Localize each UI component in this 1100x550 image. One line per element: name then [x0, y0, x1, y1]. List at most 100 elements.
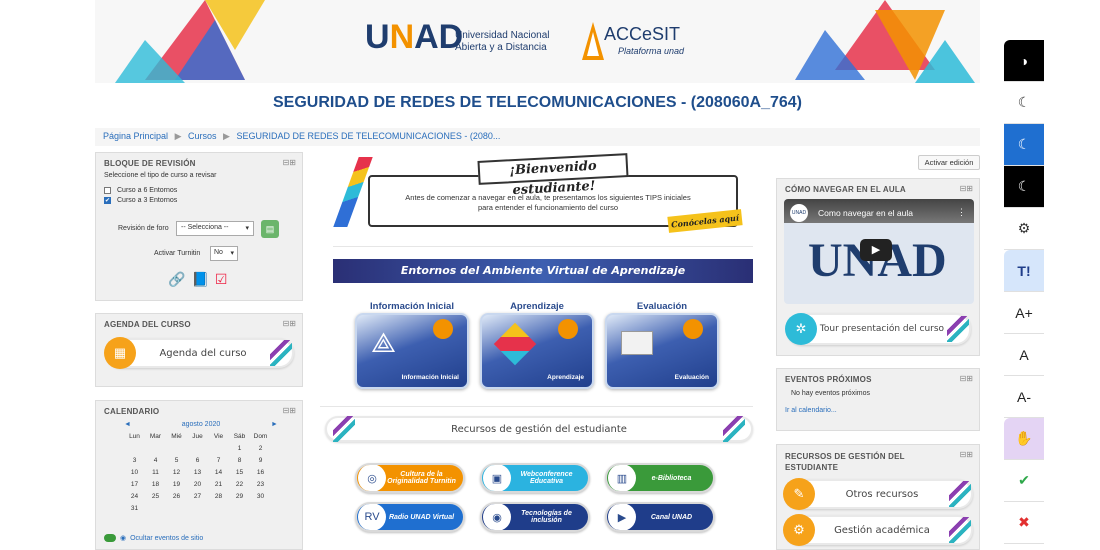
calendar-next-icon[interactable]: ► [271, 421, 278, 428]
calendar-day[interactable]: 22 [229, 478, 250, 490]
calendar-day[interactable] [166, 502, 187, 514]
checklist-icon[interactable]: ☑ [215, 271, 228, 288]
calendar-day[interactable] [208, 442, 229, 454]
block-controls-icon[interactable]: ⊟⊞ [283, 406, 296, 415]
turnitin-select[interactable]: No ▾ [210, 246, 238, 261]
calendar-day[interactable]: 1 [229, 442, 250, 454]
calendar-day[interactable] [187, 442, 208, 454]
calendar-day[interactable]: 21 [208, 478, 229, 490]
calendar-day[interactable]: 14 [208, 466, 229, 478]
moon-icon[interactable]: ☾ [1004, 82, 1044, 124]
link-icon[interactable]: 🔗 [168, 271, 185, 288]
badge-icon [433, 319, 453, 339]
font-decrease-icon[interactable]: A- [1004, 376, 1044, 418]
calendar-month[interactable]: agosto 2020 [182, 421, 221, 428]
forum-review-go-icon[interactable]: ▤ [261, 220, 279, 238]
block-controls-icon[interactable]: ⊟⊞ [960, 374, 973, 383]
calendar-day[interactable] [145, 502, 166, 514]
breadcrumb-course[interactable]: SEGURIDAD DE REDES DE TELECOMUNICACIONES… [236, 131, 500, 141]
block-controls-icon[interactable]: ⊟⊞ [960, 184, 973, 193]
moon-icon[interactable]: ☾ [1004, 124, 1044, 166]
forum-review-value: -- Selecciona -- [181, 224, 229, 231]
evaluation-tile[interactable]: Evaluación [605, 313, 719, 389]
calendar-day[interactable]: 25 [145, 490, 166, 502]
block-controls-icon[interactable]: ⊟⊞ [960, 450, 973, 459]
calendar-day[interactable]: 29 [229, 490, 250, 502]
book-icon[interactable]: 📘 [191, 271, 208, 288]
calendar-day[interactable]: 18 [145, 478, 166, 490]
block-controls-icon[interactable]: ⊟⊞ [283, 158, 296, 167]
edit-mode-button[interactable]: Activar edición [918, 155, 980, 170]
calendar-day[interactable]: 3 [124, 454, 145, 466]
calendar-day[interactable]: 13 [187, 466, 208, 478]
calendar-day[interactable]: 12 [166, 466, 187, 478]
gear-icon[interactable]: ⚙ [1004, 208, 1044, 250]
block-controls-icon[interactable]: ⊟⊞ [283, 319, 296, 328]
calendar-day[interactable]: 26 [166, 490, 187, 502]
calendar-day-header: Sáb [233, 432, 246, 440]
calendar-day[interactable] [250, 502, 271, 514]
inclusion-resource-button[interactable]: ◉ Tecnologías de inclusión [480, 502, 590, 532]
radio-resource-button[interactable]: RV Radio UNAD Virtual [355, 502, 465, 532]
calendar-day[interactable] [229, 502, 250, 514]
canal-unad-resource-button[interactable]: ▶ Canal UNAD [605, 502, 715, 532]
calendar-day[interactable]: 23 [250, 478, 271, 490]
calendar-day[interactable]: 15 [229, 466, 250, 478]
calendar-day[interactable]: 30 [250, 490, 271, 502]
calendar-day[interactable] [145, 442, 166, 454]
video-player[interactable]: UNAD Como navegar en el aula ⋮ UNAD ▶ [784, 199, 974, 304]
course-6-checkbox[interactable] [104, 187, 111, 194]
calendar-day[interactable]: 24 [124, 490, 145, 502]
welcome-banner[interactable]: ¡Bienvenido estudiante! Antes de comenza… [333, 153, 748, 235]
font-reset-icon[interactable]: A [1004, 334, 1044, 376]
check-icon[interactable]: ✔ [1004, 460, 1044, 502]
go-to-calendar-link[interactable]: Ir al calendario... [777, 401, 979, 420]
calendar-day[interactable] [208, 502, 229, 514]
calendar-day[interactable]: 17 [124, 478, 145, 490]
breadcrumb-separator-icon: ▶ [174, 131, 182, 141]
calendar-day[interactable]: 9 [250, 454, 271, 466]
close-icon[interactable]: ✖ [1004, 502, 1044, 544]
forum-review-select[interactable]: -- Selecciona -- ▾ [176, 221, 254, 236]
calendar-day[interactable]: 19 [166, 478, 187, 490]
academic-management-button[interactable]: ⚙ Gestión académica [783, 514, 973, 546]
tour-button[interactable]: ✲ Tour presentación del curso [785, 313, 971, 345]
calendar-prev-icon[interactable]: ◄ [124, 421, 131, 428]
other-resources-button[interactable]: ✎ Otros recursos [783, 478, 973, 510]
calendar-day[interactable]: 2 [250, 442, 271, 454]
text-icon[interactable]: T! [1004, 250, 1044, 292]
turnitin-resource-button[interactable]: ◎ Cultura de la Originalidad Turnitin [355, 463, 465, 493]
calendar-day[interactable] [124, 442, 145, 454]
calendar-day[interactable]: 10 [124, 466, 145, 478]
breadcrumb-courses[interactable]: Cursos [188, 131, 217, 141]
course-3-checkbox[interactable]: ✔ [104, 197, 111, 204]
calendar-day[interactable] [166, 442, 187, 454]
webconference-resource-button[interactable]: ▣ Webconference Educativa [480, 463, 590, 493]
calendar-day[interactable]: 5 [166, 454, 187, 466]
calendar-day[interactable]: 11 [145, 466, 166, 478]
calendar-day[interactable]: 7 [208, 454, 229, 466]
sign-language-icon[interactable]: ✋ [1004, 418, 1044, 460]
calendar-day[interactable]: 6 [187, 454, 208, 466]
learning-tile[interactable]: Aprendizaje [480, 313, 594, 389]
canal-unad-resource-label: Canal UNAD [650, 513, 693, 521]
breadcrumb-home[interactable]: Página Principal [103, 131, 168, 141]
calendar-day[interactable]: 4 [145, 454, 166, 466]
info-initial-tile[interactable]: ⟁ Información Inicial [355, 313, 469, 389]
hide-site-events-link[interactable]: ◉ Ocultar eventos de sitio [104, 534, 203, 542]
calendar-day[interactable]: 28 [208, 490, 229, 502]
play-icon[interactable]: ▶ [860, 239, 892, 261]
ebiblioteca-resource-button[interactable]: ▥ e-Biblioteca [605, 463, 715, 493]
calendar-day[interactable]: 8 [229, 454, 250, 466]
calendar-day[interactable]: 27 [187, 490, 208, 502]
calendar-day[interactable]: 16 [250, 466, 271, 478]
moon-icon[interactable]: ☾ [1004, 166, 1044, 208]
no-events-text: No hay eventos próximos [791, 390, 870, 397]
font-increase-icon[interactable]: A+ [1004, 292, 1044, 334]
contrast-icon[interactable]: ◑ [1004, 40, 1044, 82]
calendar-day[interactable]: 31 [124, 502, 145, 514]
agenda-button[interactable]: ▦ Agenda del curso [104, 337, 294, 369]
calendar-day[interactable] [187, 502, 208, 514]
calendar-day[interactable]: 20 [187, 478, 208, 490]
more-options-icon[interactable]: ⋮ [957, 207, 966, 218]
